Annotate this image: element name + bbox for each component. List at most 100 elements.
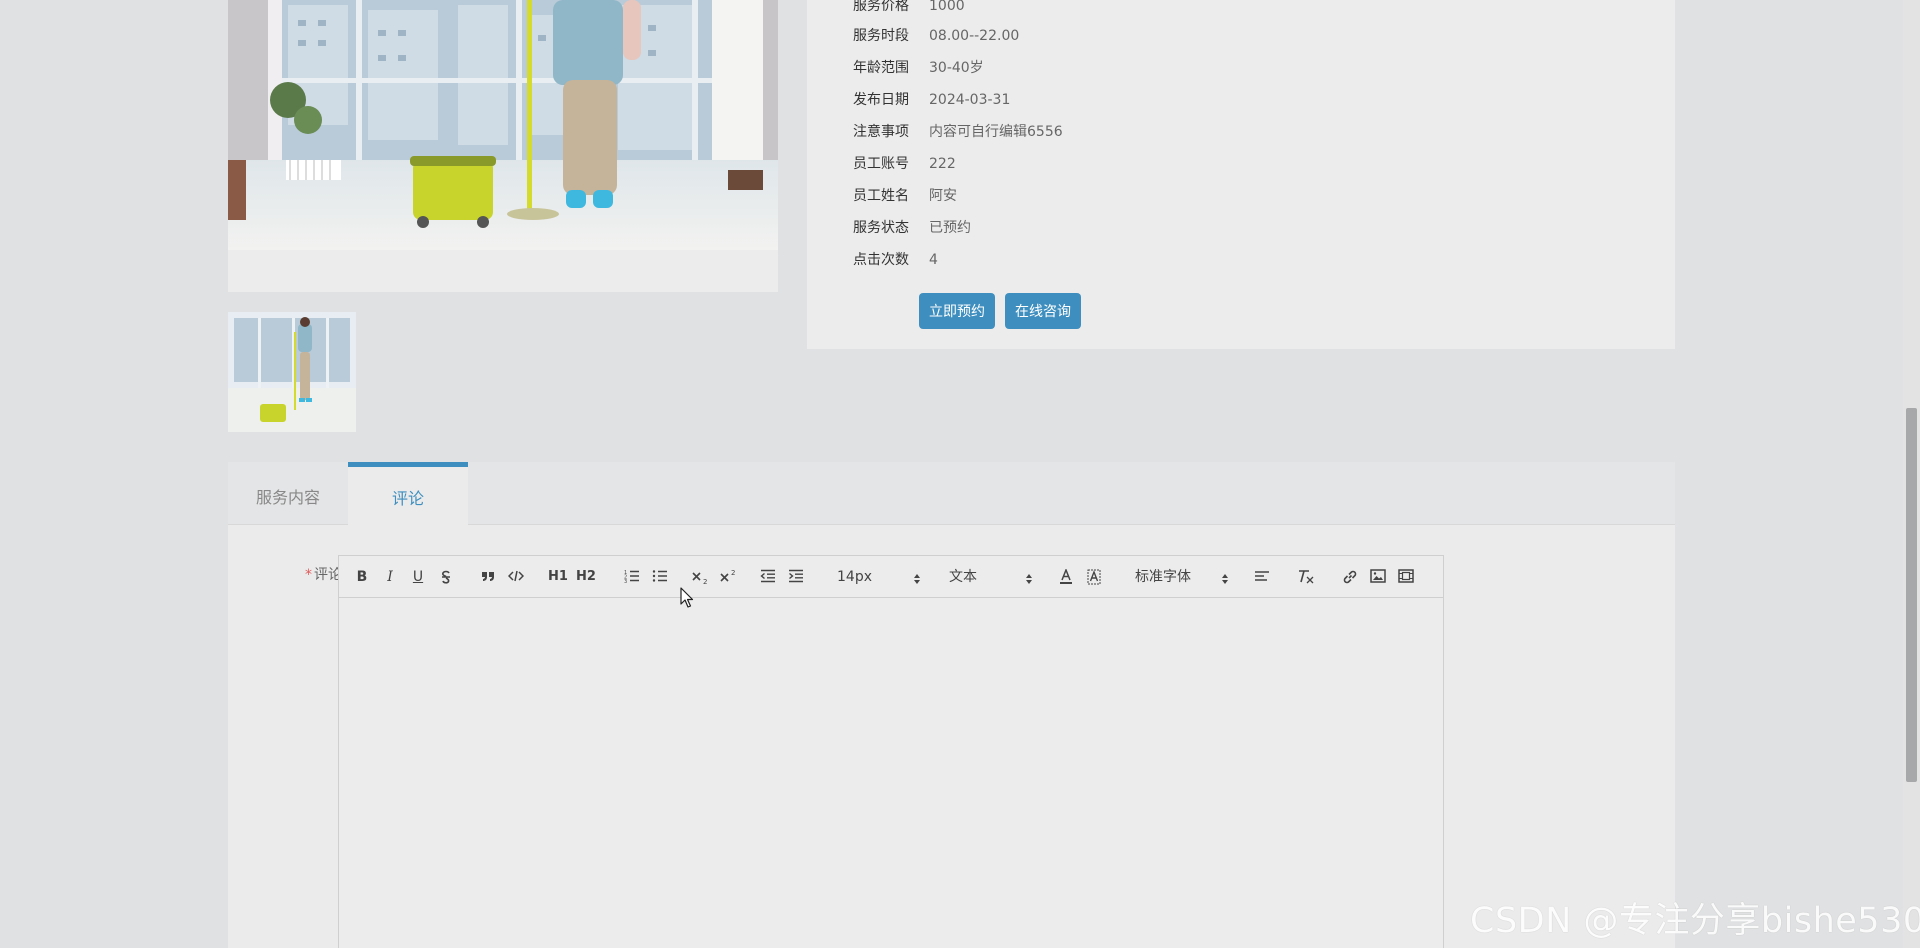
mouse-cursor-icon [680,587,694,608]
background-color-button[interactable] [1085,567,1103,587]
bullet-list-button[interactable] [651,567,669,587]
info-label: 员工姓名 [853,188,909,204]
image-button[interactable] [1369,567,1387,587]
rich-text-editor: B I U H1 H2 1 2 3 2 2 14px 文本 标准字体 [338,555,1444,948]
editor-toolbar: B I U H1 H2 1 2 3 2 2 14px 文本 标准字体 [339,556,1443,598]
info-label: 发布日期 [853,92,909,108]
outdent-icon [760,569,775,583]
tab-comment[interactable]: 评论 [348,462,468,525]
image-icon [1370,569,1386,583]
h2-button[interactable]: H2 [575,567,597,587]
italic-icon: I [387,569,393,585]
font-color-icon [1060,569,1072,584]
ordered-list-icon: 123 [624,570,639,583]
svg-text:2: 2 [703,578,707,585]
select-arrows-icon [914,574,920,584]
info-label: 年龄范围 [853,60,909,76]
comment-field-label: * 评论 [288,564,342,584]
info-value: 30-40岁 [929,60,984,76]
h2-icon: H2 [576,569,596,584]
page-scrollbar-thumb[interactable] [1906,408,1917,782]
video-icon [1398,569,1414,583]
info-value: 已预约 [929,220,971,236]
info-label: 服务状态 [853,220,909,236]
indent-button[interactable] [787,567,805,587]
font-size-value: 14px [837,569,872,585]
info-value: 1000 [929,0,965,14]
select-arrows-icon [1026,574,1032,584]
info-value: 阿安 [929,188,957,204]
info-value: 内容可自行编辑6556 [929,124,1063,140]
bullet-list-icon [652,570,667,582]
font-family-value: 标准字体 [1135,569,1191,585]
tab-bar: 服务内容 评论 [228,462,1675,525]
detail-section: 服务内容 评论 * 评论 B I U H1 H2 1 2 3 2 2 14px … [228,462,1675,948]
clean-format-icon [1299,570,1314,584]
required-mark: * [305,567,312,583]
video-button[interactable] [1397,567,1415,587]
info-row-name: 员工姓名 阿安 [853,186,957,206]
h1-button[interactable]: H1 [547,567,569,587]
info-row-price: 服务价格 1000 [853,0,965,16]
info-value: 2024-03-31 [929,92,1011,108]
info-row-clicks: 点击次数 4 [853,250,938,270]
info-label: 注意事项 [853,124,909,140]
blockquote-button[interactable] [479,567,497,587]
info-label: 服务价格 [853,0,909,14]
svg-text:2: 2 [731,569,735,577]
code-block-button[interactable] [507,567,525,587]
info-row-age: 年龄范围 30-40岁 [853,58,984,78]
info-value: 4 [929,252,938,268]
font-family-select[interactable]: 标准字体 [1135,567,1229,587]
font-color-button[interactable] [1057,567,1075,587]
strike-icon [442,570,450,584]
page: 服务价格 1000 服务时段 08.00--22.00 年龄范围 30-40岁 发布日… [0,0,1920,948]
code-block-icon [508,570,524,582]
clean-format-button[interactable] [1297,567,1315,587]
ordered-list-button[interactable]: 123 [623,567,641,587]
info-row-account: 员工账号 222 [853,154,956,174]
service-info-panel: 服务价格 1000 服务时段 08.00--22.00 年龄范围 30-40岁 发布日… [807,0,1675,349]
svg-text:3: 3 [624,579,627,583]
thumbnail-image[interactable] [228,312,356,432]
blockquote-icon [482,572,494,581]
info-value: 222 [929,156,956,172]
header-select[interactable]: 文本 [949,567,1033,587]
italic-button[interactable]: I [381,567,399,587]
superscript-button[interactable]: 2 [719,567,739,587]
info-label: 服务时段 [853,28,909,44]
info-label: 点击次数 [853,252,909,268]
subscript-button[interactable]: 2 [691,567,711,587]
info-row-status: 服务状态 已预约 [853,218,971,238]
watermark: CSDN @专注分享bishe530 [1470,901,1920,941]
align-icon [1255,571,1269,581]
link-button[interactable] [1341,567,1359,587]
info-row-notes: 注意事项 内容可自行编辑6556 [853,122,1063,142]
tab-service-content[interactable]: 服务内容 [228,462,348,524]
bold-button[interactable]: B [353,567,371,587]
info-label: 员工账号 [853,156,909,172]
select-arrows-icon [1222,574,1228,584]
main-image-box [228,0,778,292]
link-icon [1343,570,1357,584]
main-service-image [228,0,778,250]
indent-icon [789,569,803,583]
header-value: 文本 [949,569,977,585]
online-consult-button[interactable]: 在线咨询 [1005,293,1081,329]
subscript-icon: 2 [692,572,707,585]
info-row-time: 服务时段 08.00--22.00 [853,26,1019,46]
underline-button[interactable]: U [409,567,427,587]
underline-icon: U [412,569,424,585]
align-button[interactable] [1253,567,1271,587]
h1-icon: H1 [548,569,568,584]
book-now-button[interactable]: 立即预约 [919,293,995,329]
superscript-icon: 2 [720,569,735,582]
font-size-select[interactable]: 14px [837,567,921,587]
info-value: 08.00--22.00 [929,28,1020,44]
info-row-date: 发布日期 2024-03-31 [853,90,1010,110]
bold-icon: B [356,569,368,585]
background-color-icon [1087,569,1101,585]
strike-button[interactable] [437,567,455,587]
editor-content-area[interactable] [339,598,1443,948]
outdent-button[interactable] [759,567,777,587]
